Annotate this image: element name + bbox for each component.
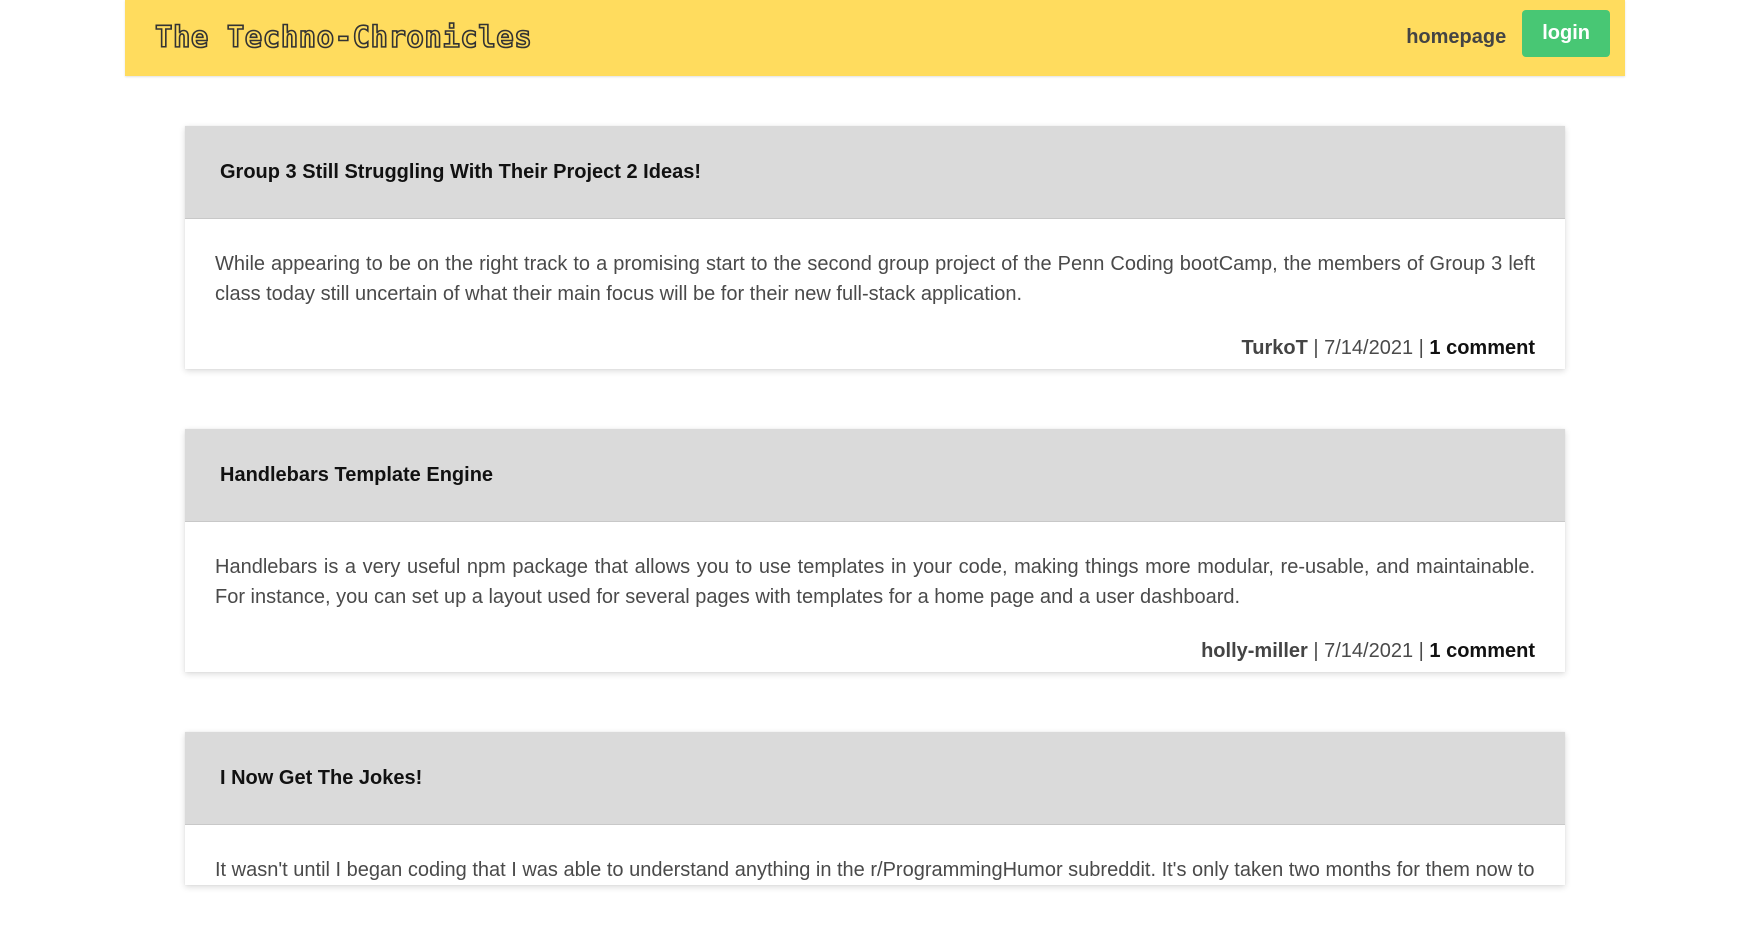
post-comments-link[interactable]: 1 comment <box>1429 640 1535 662</box>
post-author: holly-miller <box>1201 640 1308 662</box>
post-card: Handlebars Template Engine Handlebars is… <box>185 429 1565 672</box>
post-title[interactable]: Group 3 Still Struggling With Their Proj… <box>220 161 701 184</box>
post-comments-link[interactable]: 1 comment <box>1429 337 1535 359</box>
login-button[interactable]: login <box>1522 10 1610 57</box>
meta-separator: | <box>1413 640 1430 662</box>
homepage-link[interactable]: homepage <box>1406 26 1506 49</box>
post-body: Handlebars is a very useful npm package … <box>185 522 1565 672</box>
post-content: Handlebars is a very useful npm package … <box>215 556 1535 608</box>
post-header[interactable]: Handlebars Template Engine <box>185 429 1565 522</box>
post-list: Group 3 Still Struggling With Their Proj… <box>185 126 1565 945</box>
post-body: It wasn't until I began coding that I wa… <box>185 825 1565 885</box>
post-author: TurkoT <box>1241 337 1308 359</box>
post-content: While appearing to be on the right track… <box>215 253 1535 305</box>
main-nav: homepage login <box>1406 10 1610 57</box>
meta-separator: | <box>1413 337 1430 359</box>
site-title[interactable]: The Techno-Chronicles <box>154 19 532 55</box>
meta-separator: | <box>1307 640 1325 662</box>
post-date: 7/14/2021 <box>1324 337 1414 359</box>
post-meta: TurkoT | 7/14/2021 | 1 comment <box>215 309 1536 369</box>
post-header[interactable]: Group 3 Still Struggling With Their Proj… <box>185 126 1565 219</box>
site-header: The Techno-Chronicles homepage login <box>125 0 1625 76</box>
post-card: I Now Get The Jokes! It wasn't until I b… <box>185 732 1565 885</box>
post-header[interactable]: I Now Get The Jokes! <box>185 732 1565 825</box>
post-meta: holly-miller | 7/14/2021 | 1 comment <box>215 612 1535 672</box>
post-card: Group 3 Still Struggling With Their Proj… <box>185 126 1565 369</box>
post-date: 7/14/2021 <box>1324 640 1414 662</box>
post-title[interactable]: Handlebars Template Engine <box>220 464 493 487</box>
post-content: It wasn't until I began coding that I wa… <box>215 859 1535 881</box>
post-body: While appearing to be on the right track… <box>185 219 1565 369</box>
post-title[interactable]: I Now Get The Jokes! <box>220 767 422 790</box>
meta-separator: | <box>1307 337 1325 359</box>
